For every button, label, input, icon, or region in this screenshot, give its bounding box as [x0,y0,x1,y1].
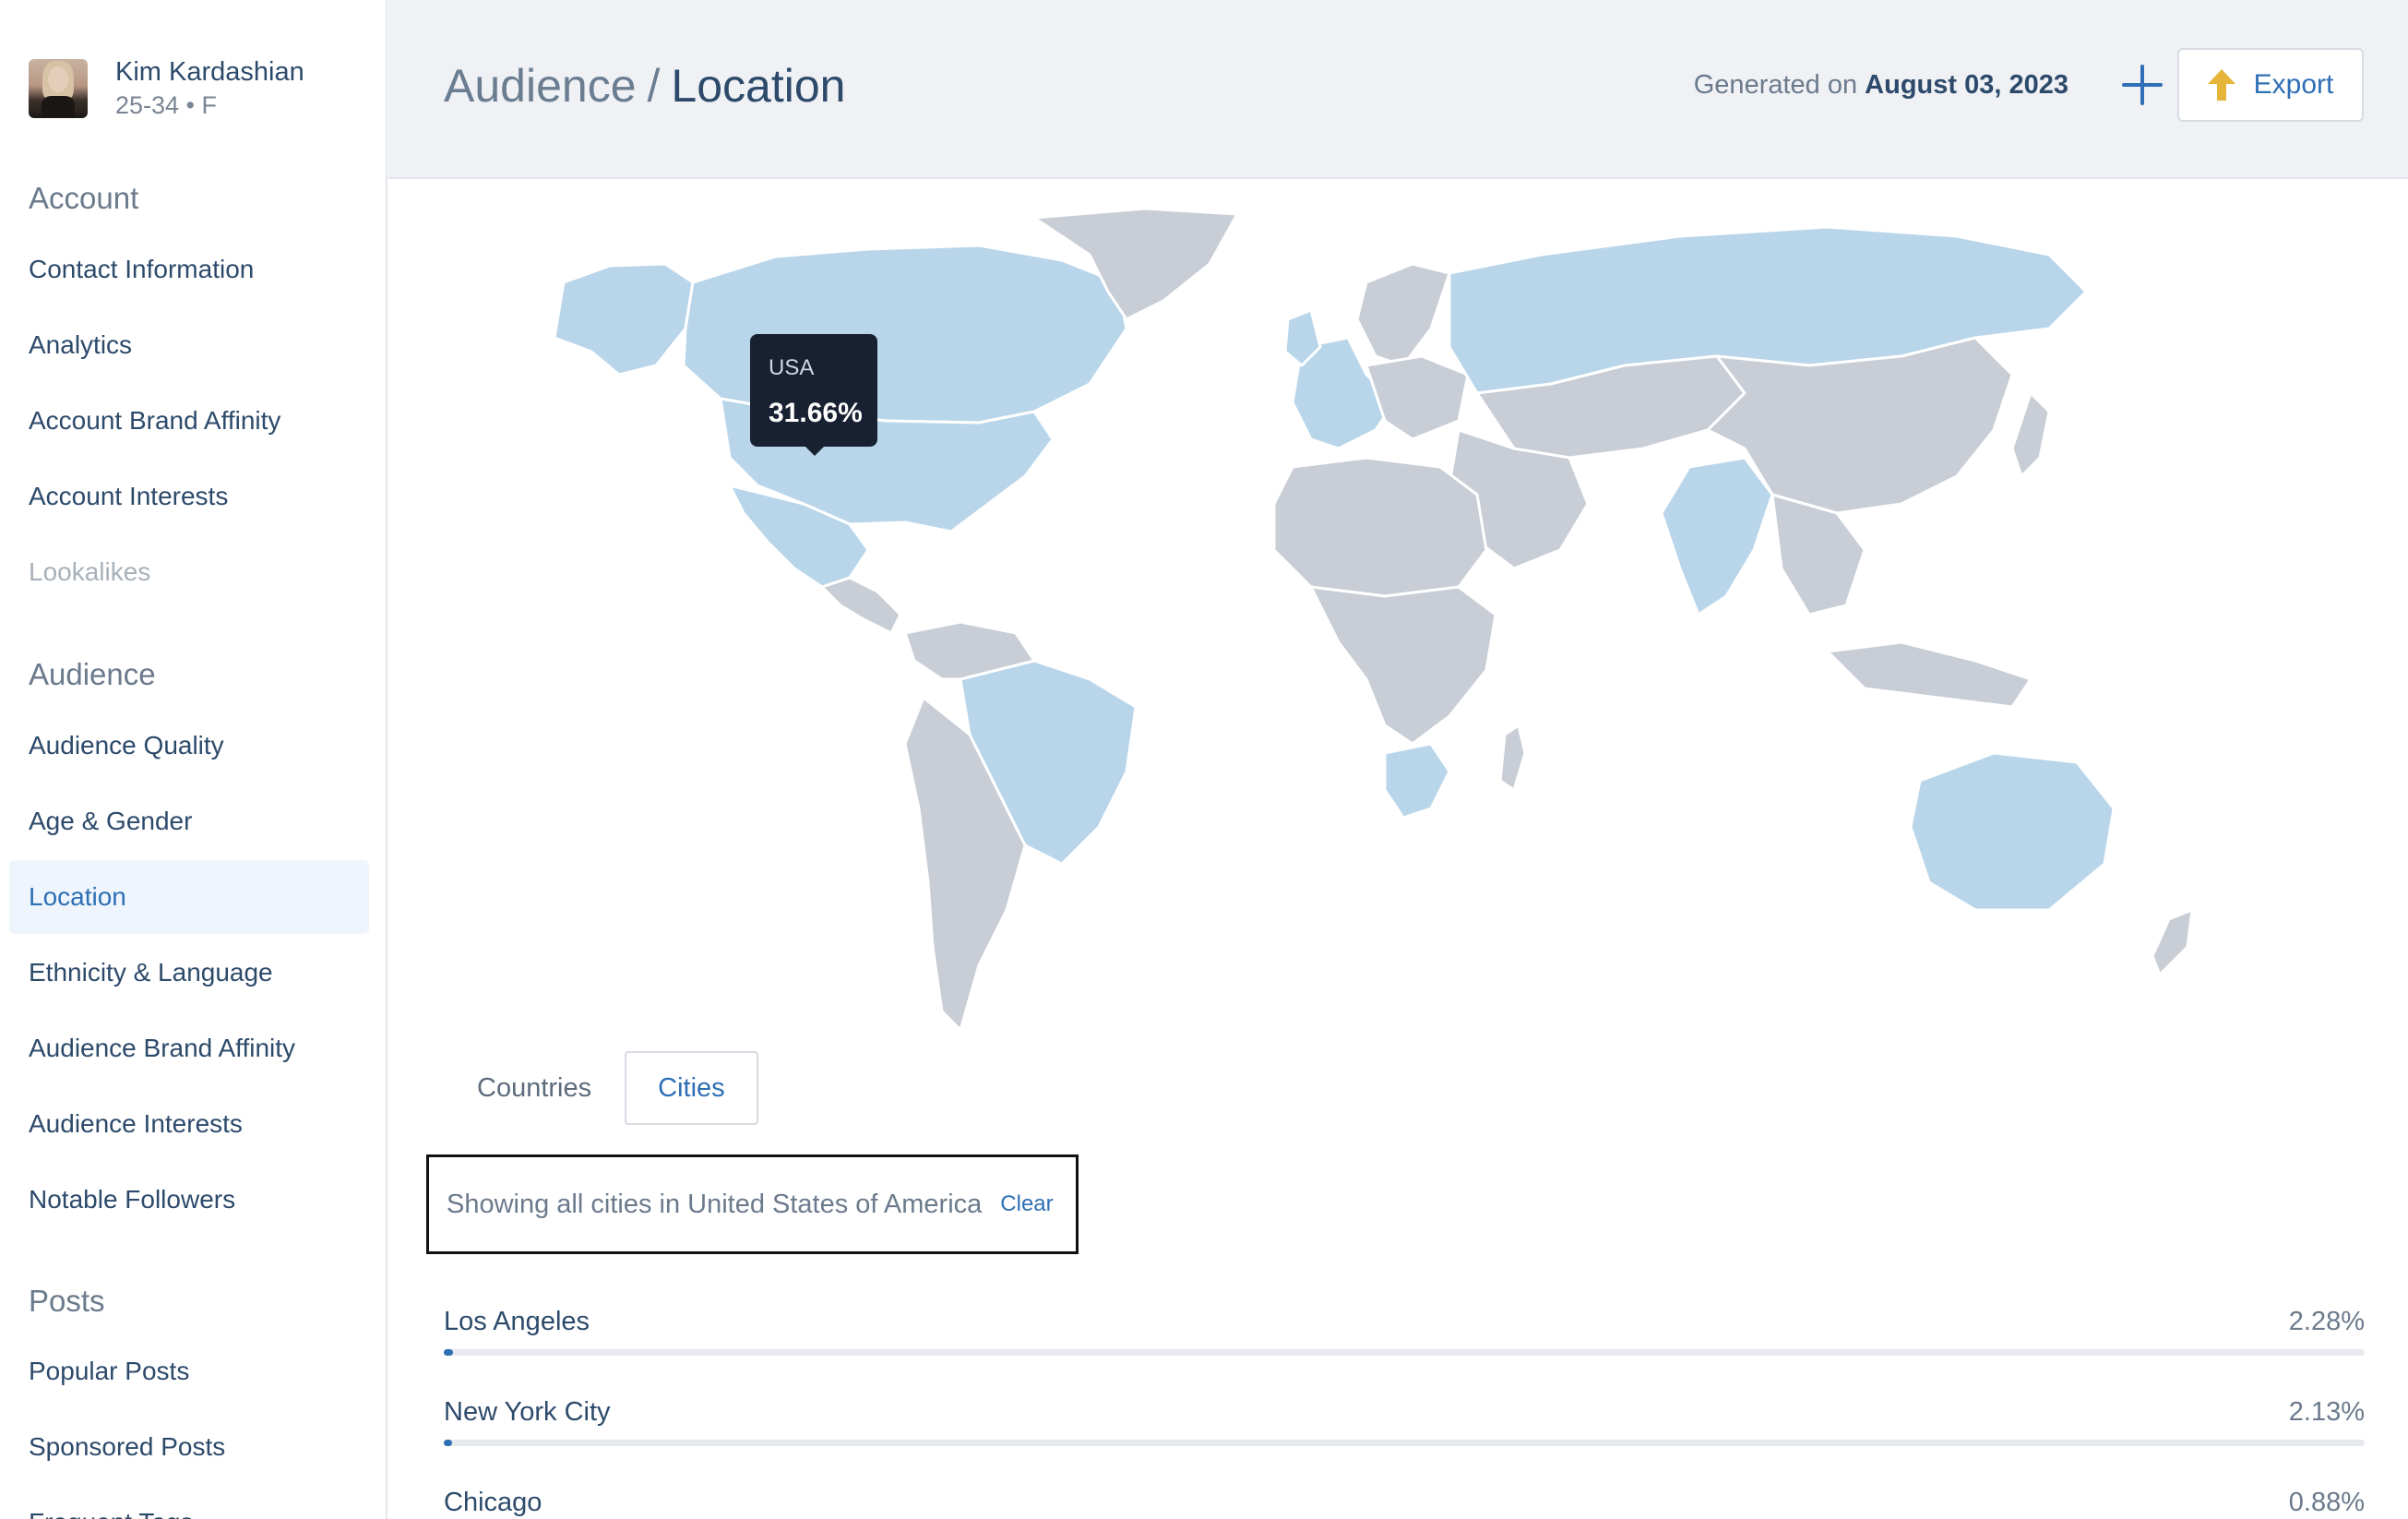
city-name: Los Angeles [444,1307,590,1336]
map-region-madagascar[interactable] [1498,724,1527,792]
map-region-north-africa[interactable] [1272,456,1488,598]
world-map[interactable]: USA 31.66% [388,181,2408,1048]
city-bar-track [444,1440,2365,1446]
sidebar-item-location[interactable]: Location [9,860,369,934]
map-region-japan[interactable] [2010,391,2051,478]
sidebar-item-lookalikes: Lookalikes [29,557,151,586]
map-region-south-africa[interactable] [1383,742,1451,819]
map-region-indonesia[interactable] [1826,640,2032,709]
section-title-account: Account [29,181,139,215]
city-bar-fill [444,1440,452,1446]
city-bar-track [444,1349,2365,1356]
sidebar-item-account-brand-affinity[interactable]: Account Brand Affinity [9,384,369,458]
profile-text: Kim Kardashian 25-34 • F [115,55,304,122]
city-name: New York City [444,1397,611,1427]
breadcrumb-parent[interactable]: Audience [444,60,637,112]
sidebar-item-age-gender[interactable]: Age & Gender [9,784,369,858]
map-region-central-america[interactable] [820,576,902,635]
section-title-posts: Posts [29,1284,105,1318]
map-region-southeast-asia[interactable] [1770,493,1866,616]
city-value: 2.13% [2288,1397,2365,1427]
sidebar-item-ethnicity-language[interactable]: Ethnicity & Language [9,936,369,1010]
map-region-central-africa[interactable] [1309,585,1497,746]
breadcrumb-separator: / [647,60,661,112]
sidebar-item-audience-interests[interactable]: Audience Interests [9,1087,369,1161]
map-region-alaska[interactable] [553,262,695,377]
profile-name: Kim Kardashian [115,57,304,87]
avatar [29,59,88,118]
app-root: Kim Kardashian 25-34 • F Account Contact… [0,0,2408,1519]
location-tabs: Countries Cities [444,1051,758,1125]
city-value: 0.88% [2288,1488,2365,1517]
clear-filter-link[interactable]: Clear [1000,1191,1053,1217]
tooltip-value: 31.66% [769,398,863,428]
profile[interactable]: Kim Kardashian 25-34 • F [29,52,304,126]
sidebar-item-sponsored-posts[interactable]: Sponsored Posts [9,1410,369,1484]
page-title: Location [671,60,846,112]
sidebar-item-audience-brand-affinity[interactable]: Audience Brand Affinity [9,1011,369,1085]
export-label: Export [2253,69,2334,100]
world-map-svg[interactable] [388,181,2408,1048]
sidebar-item-audience-quality[interactable]: Audience Quality [9,709,369,783]
sidebar-item-analytics[interactable]: Analytics [9,308,369,382]
sidebar-item-frequent-tags[interactable]: Frequent Tags [9,1486,369,1519]
filter-text: Showing all cities in United States of A… [447,1189,983,1219]
profile-meta: 25-34 • F [115,91,218,119]
city-bar-fill [444,1349,453,1356]
sidebar-item-popular-posts[interactable]: Popular Posts [9,1334,369,1408]
filter-banner: Showing all cities in United States of A… [426,1154,1079,1254]
map-region-australia[interactable] [1909,751,2116,912]
city-value: 2.28% [2288,1307,2365,1336]
city-name: Chicago [444,1488,542,1517]
map-tooltip: USA 31.66% [750,334,877,456]
sidebar-item-account-interests[interactable]: Account Interests [9,460,369,533]
map-region-scandinavia[interactable] [1355,262,1451,367]
tab-countries[interactable]: Countries [444,1051,625,1125]
generated-on: Generated on August 03, 2023 [1694,66,2068,103]
city-row[interactable]: New York City 2.13% [444,1393,2365,1484]
add-button[interactable] [2120,63,2164,107]
sidebar: Kim Kardashian 25-34 • F Account Contact… [0,0,387,1519]
map-region-new-zealand[interactable] [2151,908,2194,976]
sidebar-item-contact-information[interactable]: Contact Information [9,233,369,306]
map-region-india[interactable] [1660,456,1774,616]
city-row[interactable]: Los Angeles 2.28% [444,1303,2365,1393]
map-region-central-europe[interactable] [1365,354,1470,441]
section-title-audience: Audience [29,657,156,691]
page-header: Audience / Location Generated on August 03… [388,0,2408,179]
tooltip-country: USA [769,355,815,380]
plus-icon [2122,65,2163,105]
breadcrumb: Audience / Location [444,57,845,114]
generated-prefix: Generated on [1693,70,1858,100]
export-icon [2207,69,2235,101]
sidebar-item-notable-followers[interactable]: Notable Followers [9,1163,369,1237]
generated-date: August 03, 2023 [1865,70,2068,100]
tab-cities[interactable]: Cities [625,1051,758,1125]
city-row[interactable]: Chicago 0.88% [444,1484,2365,1519]
export-button[interactable]: Export [2177,48,2364,122]
